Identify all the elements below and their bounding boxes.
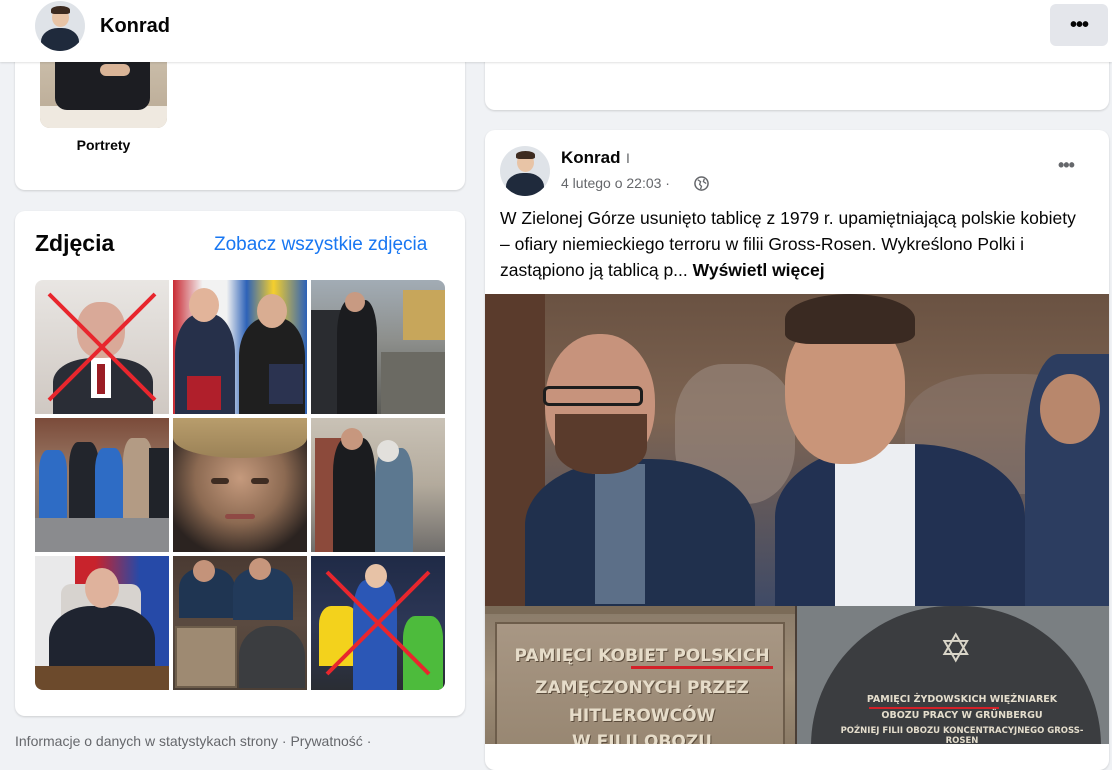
plaque-right-line: OBOZU PRACY W GRÜNBERGU — [881, 710, 1043, 721]
profile-avatar[interactable] — [35, 1, 85, 51]
plaque-left-line: PAMIĘCI KOBIET POLSKICH — [514, 646, 770, 666]
see-all-photos-link[interactable]: Zobacz wszystkie zdjęcia — [214, 234, 427, 256]
photo-tile[interactable] — [173, 418, 307, 552]
post-options-button[interactable]: ••• — [1058, 155, 1075, 176]
memorial-plaque-polish: PAMIĘCI KOBIET POLSKICH ZAMĘCZONYCH PRZE… — [485, 606, 795, 744]
photo-tile[interactable] — [311, 280, 445, 414]
photo-tile[interactable] — [173, 556, 307, 690]
more-horizontal-icon: ••• — [1069, 13, 1089, 36]
photo-tile[interactable] — [35, 418, 169, 552]
photo-tile[interactable] — [35, 556, 169, 690]
photo-tile[interactable] — [311, 418, 445, 552]
post-header-separator: I — [626, 150, 630, 166]
see-more-link[interactable]: Wyświetl więcej — [693, 260, 825, 280]
page-info-footer[interactable]: Informacje o danych w statystykach stron… — [15, 733, 371, 749]
star-of-david-icon: ✡ — [939, 627, 973, 671]
photos-grid — [35, 280, 445, 690]
profile-header-bar: Konrad ••• — [0, 0, 1112, 62]
cross-out-mark — [47, 292, 157, 402]
profile-name[interactable]: Konrad — [100, 14, 170, 38]
post-timestamp[interactable]: 4 lutego o 22:03 · — [561, 175, 670, 191]
plaque-right-line: PAMIĘCI ŻYDOWSKICH WIĘŹNIAREK — [866, 694, 1058, 705]
post-text: W Zielonej Górze usunięto tablicę z 1979… — [500, 205, 1090, 283]
plaque-left-line: W FILII OBOZU — [571, 732, 712, 744]
photo-tile[interactable] — [35, 280, 169, 414]
photos-title[interactable]: Zdjęcia — [35, 230, 114, 257]
photo-tile[interactable] — [173, 280, 307, 414]
plaque-left-line: HITLEROWCÓW — [568, 706, 716, 726]
photo-tile[interactable] — [311, 556, 445, 690]
post-author-avatar[interactable] — [500, 146, 550, 196]
post-author-name[interactable]: Konrad — [561, 148, 621, 168]
portraits-album-thumbnail[interactable] — [40, 62, 167, 128]
post-photo[interactable]: PAMIĘCI KOBIET POLSKICH ZAMĘCZONYCH PRZE… — [485, 294, 1109, 744]
plaque-left-line: ZAMĘCZONYCH PRZEZ — [535, 678, 749, 698]
more-options-button[interactable]: ••• — [1050, 4, 1108, 46]
cross-out-mark — [325, 570, 431, 676]
portraits-album-label[interactable]: Portrety — [40, 137, 167, 153]
memorial-plaque-jewish: ✡ PAMIĘCI ŻYDOWSKICH WIĘŹNIAREK OBOZU PR… — [797, 606, 1109, 744]
globe-icon — [694, 176, 709, 191]
plaque-right-line: POŹNIEJ FILII OBOZU KONCENTRACYJNEGO GRO… — [840, 726, 1084, 744]
